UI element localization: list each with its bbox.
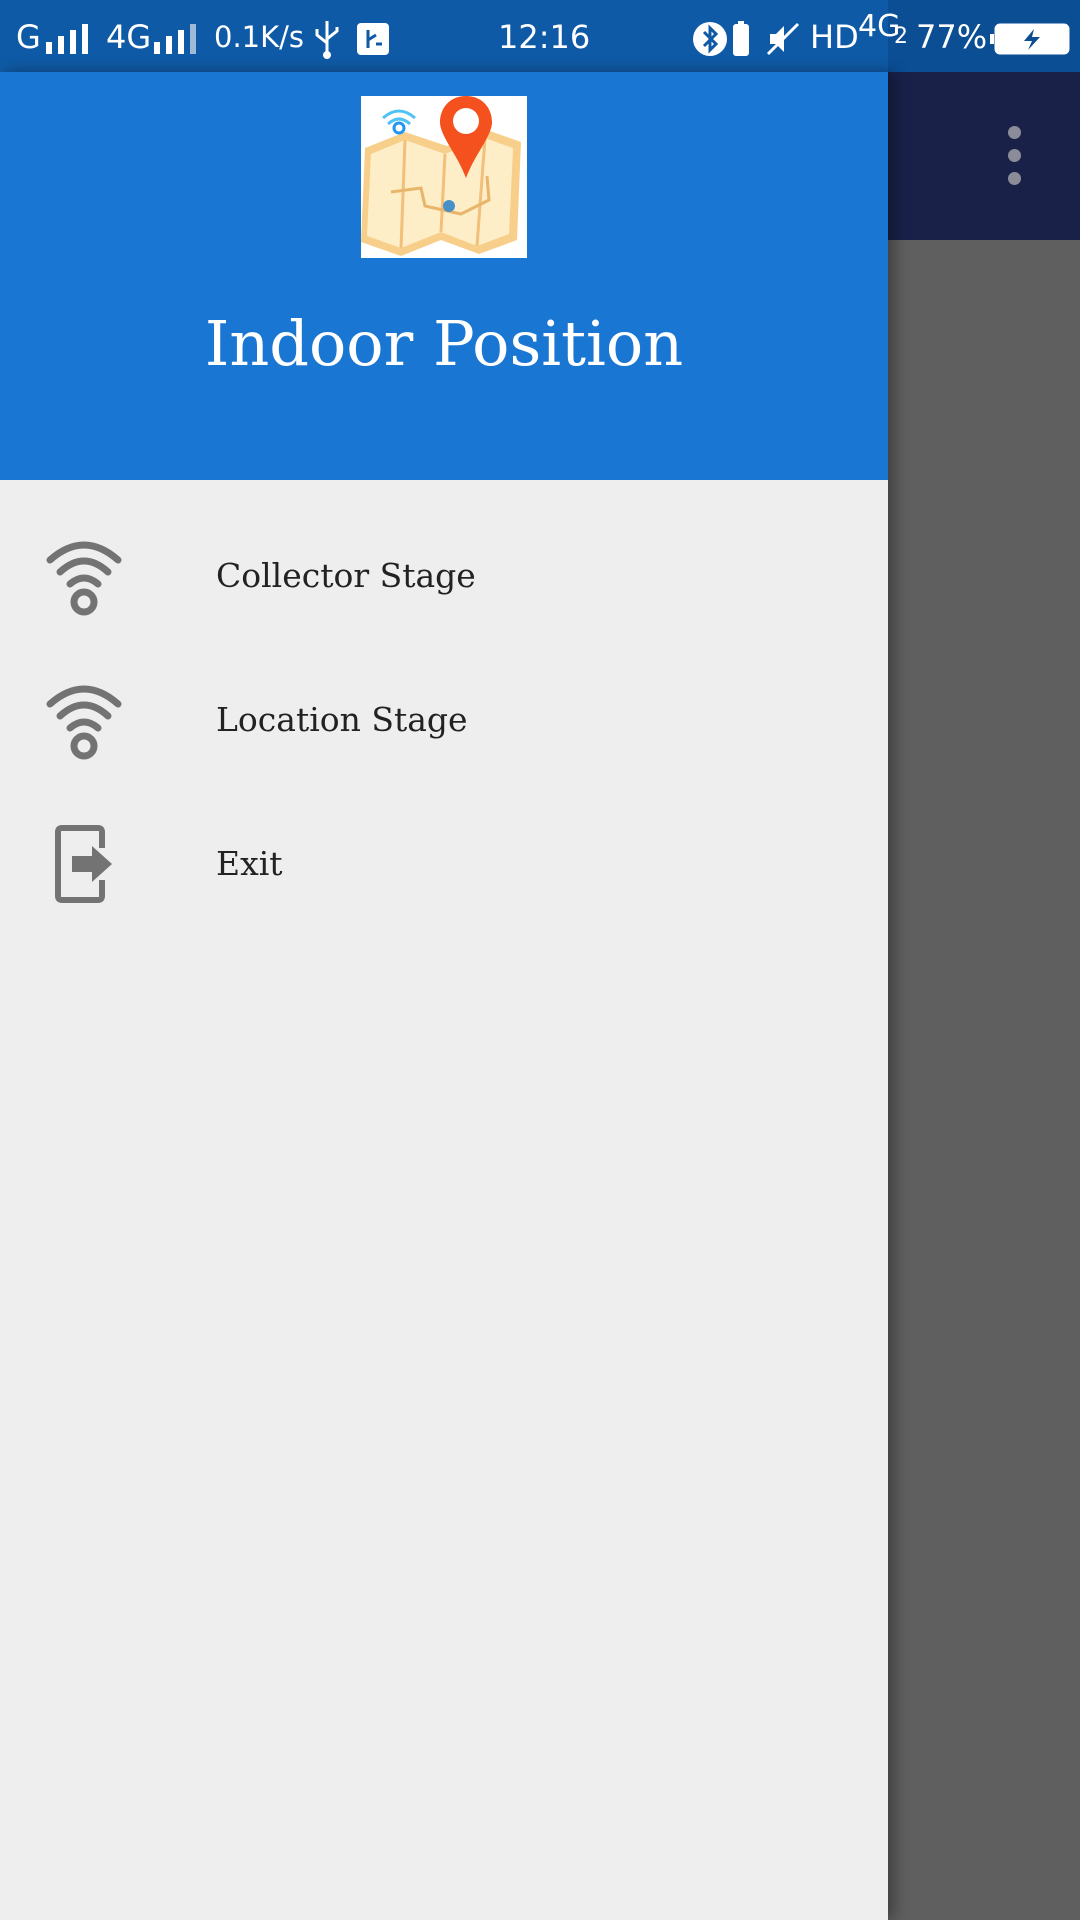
status-bar: G 4G 0.1K/s 12:16 HD 4G 2 77% xyxy=(0,0,1080,72)
usb-icon xyxy=(312,0,342,72)
menu-item-label: Exit xyxy=(216,844,283,883)
hd-label: HD xyxy=(810,18,859,56)
menu-item-label: Collector Stage xyxy=(216,556,476,595)
signal-icon-2 xyxy=(154,0,200,72)
clock: 12:16 xyxy=(498,18,591,56)
mute-icon xyxy=(766,0,800,72)
menu-item-collector-stage[interactable]: Collector Stage xyxy=(0,504,888,648)
menu-item-location-stage[interactable]: Location Stage xyxy=(0,648,888,792)
scrim[interactable] xyxy=(888,240,1080,1920)
battery-saver-icon xyxy=(732,0,750,72)
battery-percent: 77% xyxy=(916,18,988,56)
exit-icon xyxy=(46,824,122,904)
network-type-label: 4G xyxy=(106,18,152,56)
battery-icon xyxy=(990,0,1072,72)
signal-icon-1 xyxy=(46,0,92,72)
wifi-icon xyxy=(46,680,122,760)
app-logo xyxy=(361,96,527,258)
app-title: Indoor Position xyxy=(204,307,684,380)
drawer-header: Indoor Position xyxy=(0,72,888,480)
usb-debug-icon xyxy=(356,0,390,72)
menu-item-exit[interactable]: Exit xyxy=(0,792,888,936)
carrier-label: G xyxy=(16,18,41,56)
net-speed-label: 0.1K/s xyxy=(214,20,305,54)
wifi-icon xyxy=(46,536,122,616)
menu-item-label: Location Stage xyxy=(216,700,468,739)
app-toolbar xyxy=(888,72,1080,240)
bluetooth-icon xyxy=(692,0,728,72)
navigation-drawer: Indoor Position Collector Stage Location… xyxy=(0,72,888,1920)
overflow-menu-icon[interactable] xyxy=(994,126,1034,186)
sim2-label: 2 xyxy=(894,24,908,49)
